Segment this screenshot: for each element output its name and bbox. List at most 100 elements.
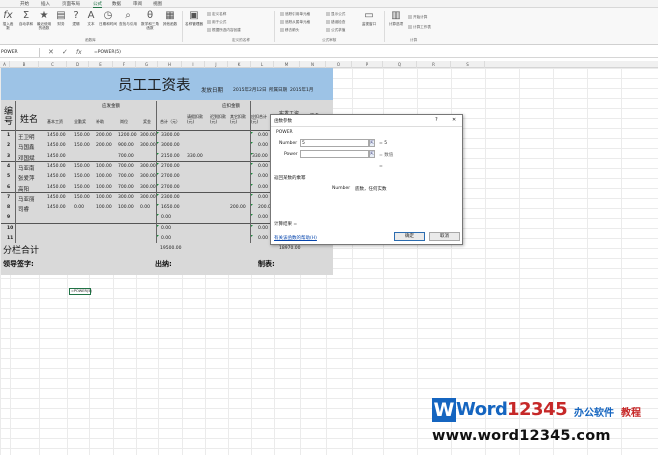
name-manager-button[interactable]: ▣ 名称管理器 xyxy=(185,10,203,26)
formula-input[interactable]: =POWER(5) xyxy=(94,48,121,57)
amount-cell: 1450.00 xyxy=(47,143,66,149)
calc-options-button[interactable]: ▥ 计算选项 xyxy=(387,10,405,26)
column-header[interactable]: P xyxy=(352,61,383,68)
recent-functions-button[interactable]: ★ 最近使用的函数 xyxy=(36,10,52,30)
calc-now-button[interactable]: 开始计算 xyxy=(408,15,427,20)
lookup-reference-button[interactable]: ⌕ 查找与引用 xyxy=(118,10,138,26)
issue-date-label: 发放日期 xyxy=(201,88,224,94)
formula-indicator xyxy=(251,214,253,217)
function-description: 返回某数的乘幂 xyxy=(274,176,306,181)
column-header[interactable]: N xyxy=(300,61,326,68)
close-icon[interactable]: ✕ xyxy=(452,117,456,123)
amount-cell: 2300.00 xyxy=(161,194,180,200)
actual-pay-cell: 0.00 xyxy=(258,163,269,169)
date-time-button[interactable]: ◷ 日期和时间 xyxy=(99,10,117,26)
tab-review[interactable]: 审阅 xyxy=(133,1,142,7)
column-header[interactable]: S xyxy=(451,61,485,68)
amount-cell: 2700.00 xyxy=(161,163,180,169)
watermark-digits: 12345 xyxy=(507,399,568,420)
watermark-word: Word xyxy=(456,399,508,420)
gridline xyxy=(0,368,658,369)
help-link[interactable]: 有关该函数的帮助(H) xyxy=(274,235,317,241)
column-header[interactable]: M xyxy=(274,61,300,68)
column-header[interactable]: R xyxy=(417,61,451,68)
column-header[interactable]: Q xyxy=(383,61,417,68)
ribbon: fx 插入函数 Σ 自动求和 ★ 最近使用的函数 ▤ 财务 ? 逻辑 A 文本 ◷ 日期和时间… xyxy=(0,8,658,45)
remove-arrows-button[interactable]: 移去箭头 xyxy=(280,28,299,33)
trace-dependents-button[interactable]: 追踪从属单元格 xyxy=(280,20,310,25)
tab-home[interactable]: 开始 xyxy=(20,1,29,7)
math-trig-button[interactable]: θ 数学和三角函数 xyxy=(140,10,160,30)
evaluate-formula-button[interactable]: 公式求值 xyxy=(326,28,345,33)
sheet-title: 员工工资表 xyxy=(118,78,191,94)
text-button[interactable]: A 文本 xyxy=(84,10,98,26)
gridline xyxy=(485,68,486,455)
ok-button[interactable]: 确定 xyxy=(394,232,425,241)
gridline xyxy=(0,448,658,449)
financial-button[interactable]: ▤ 财务 xyxy=(54,10,68,26)
column-header[interactable]: H xyxy=(158,61,182,68)
column-header[interactable]: E xyxy=(89,61,113,68)
cancel-icon[interactable]: ✕ xyxy=(48,48,54,57)
define-name-button[interactable]: 定义名称 xyxy=(207,12,226,17)
more-functions-button[interactable]: ▦ 其他函数 xyxy=(162,10,178,26)
column-header[interactable]: K xyxy=(228,61,251,68)
active-cell-editor[interactable]: =POWER(5) xyxy=(69,288,92,295)
calc-sheet-button[interactable]: 计算工作表 xyxy=(408,25,431,30)
number-field[interactable]: 5 xyxy=(300,139,369,147)
amount-cell: 0.00 xyxy=(161,236,172,241)
function-arguments-dialog: 函数参数 ? ✕ POWER Number 5 ⇱ = 5 Power ⇱ = … xyxy=(270,114,463,245)
tab-page-layout[interactable]: 页面布局 xyxy=(62,1,80,7)
column-header[interactable]: D xyxy=(67,61,89,68)
fx-icon: fx xyxy=(3,10,13,21)
amount-cell: 330.00 xyxy=(252,153,268,159)
column-header[interactable]: F xyxy=(113,61,136,68)
arg1-result: = 5 xyxy=(379,141,388,146)
trace-precedents-button[interactable]: 追踪引用单元格 xyxy=(280,12,310,17)
tab-formulas[interactable]: 公式 xyxy=(93,1,102,8)
gridline xyxy=(621,68,622,455)
column-header[interactable]: B xyxy=(10,61,39,68)
insert-function-button[interactable]: fx 插入函数 xyxy=(1,10,15,30)
logical-button[interactable]: ? 逻辑 xyxy=(69,10,83,26)
gridline xyxy=(0,388,658,389)
tab-data[interactable]: 数据 xyxy=(112,1,121,7)
gridline xyxy=(0,308,658,309)
column-header[interactable]: L xyxy=(251,61,274,68)
create-from-selection-button[interactable]: 根据所选内容创建 xyxy=(207,28,241,33)
tab-view[interactable]: 视图 xyxy=(153,1,162,7)
collapse-ref-icon[interactable]: ⇱ xyxy=(369,139,375,147)
enter-icon[interactable]: ✓ xyxy=(62,48,68,57)
formula-indicator xyxy=(157,224,159,227)
amount-cell: 1450.00 xyxy=(47,133,66,138)
row-number: 3 xyxy=(7,153,11,159)
column-header[interactable]: C xyxy=(39,61,67,68)
fx-icon[interactable]: fx xyxy=(76,48,82,57)
formula-indicator xyxy=(157,193,159,196)
power-field[interactable] xyxy=(300,150,369,158)
amount-cell: 100.00 xyxy=(118,205,134,211)
column-header[interactable]: I xyxy=(182,61,205,68)
watch-window-button[interactable]: ▭ 监视窗口 xyxy=(360,10,378,26)
column-header[interactable]: A xyxy=(0,61,10,68)
magnifier-icon: ⌕ xyxy=(125,10,131,21)
formula-indicator xyxy=(157,214,159,217)
row-number: 4 xyxy=(7,163,11,169)
column-header[interactable]: G xyxy=(136,61,158,68)
cancel-button[interactable]: 取消 xyxy=(429,232,460,241)
autosum-button[interactable]: Σ 自动求和 xyxy=(18,10,34,26)
error-checking-button[interactable]: 错误检查 xyxy=(326,20,345,25)
tab-insert[interactable]: 插入 xyxy=(41,1,50,7)
belong-date-label: 所属日期 xyxy=(269,88,287,93)
column-header[interactable]: O xyxy=(326,61,352,68)
show-formulas-button[interactable]: 显示公式 xyxy=(326,12,345,17)
formula-indicator xyxy=(251,162,253,165)
use-in-formula-button[interactable]: 用于公式 xyxy=(207,20,226,25)
col-name-header: 姓名 xyxy=(20,115,39,125)
arg1-label: Number xyxy=(279,141,298,146)
collapse-ref-icon[interactable]: ⇱ xyxy=(369,150,375,158)
help-icon[interactable]: ? xyxy=(435,117,438,123)
formula-indicator xyxy=(251,193,253,196)
column-header[interactable]: J xyxy=(205,61,228,68)
name-box[interactable]: POWER xyxy=(0,48,40,57)
